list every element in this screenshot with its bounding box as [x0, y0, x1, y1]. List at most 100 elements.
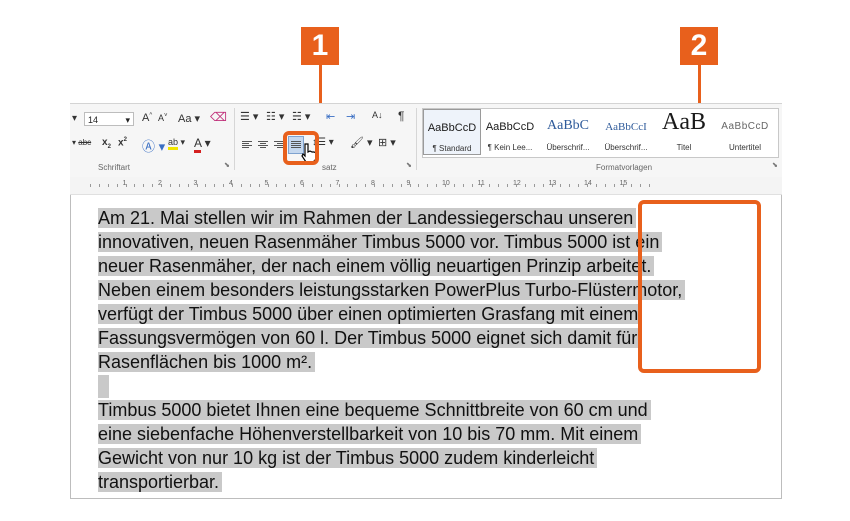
style-sample: AaBbCcD	[721, 121, 769, 132]
selected-text: Neben einem besonders leistungsstarken P…	[98, 280, 686, 300]
font-color-icon[interactable]: A ▾	[194, 136, 211, 153]
ruler-tick	[338, 184, 340, 187]
increase-indent-icon[interactable]: ⇥	[346, 110, 355, 123]
style-sample: AaBbCcD	[427, 122, 477, 134]
ruler-tick	[489, 184, 491, 187]
document-line	[98, 375, 109, 398]
ruler-tick	[418, 184, 420, 187]
callout-badge-2: 2	[680, 27, 718, 65]
font-name-dropdown-arrow[interactable]: ▾	[72, 113, 77, 124]
selected-text	[98, 375, 109, 398]
ruler-tick	[240, 184, 242, 187]
ruler-tick	[178, 184, 180, 187]
document-line: Rasenflächen bis 1000 m².	[98, 351, 316, 374]
superscript-button[interactable]: x2	[118, 137, 127, 148]
style-name: Untertitel	[728, 143, 761, 152]
ruler-tick	[365, 184, 367, 187]
ruler-tick	[498, 184, 500, 187]
ruler-tick	[134, 184, 136, 187]
subscript-button[interactable]: x2	[102, 137, 111, 150]
ruler-tick	[578, 184, 580, 187]
styles-dialog-launcher-icon[interactable]: ⬊	[772, 161, 778, 169]
align-center-icon[interactable]	[258, 141, 268, 150]
sort-button[interactable]: A↓	[372, 110, 383, 120]
pilcrow-button[interactable]: ¶	[398, 109, 404, 123]
ruler-tick	[640, 184, 642, 187]
ribbon-separator	[416, 108, 417, 170]
ruler-tick	[169, 184, 171, 187]
document-line: neuer Rasenmäher, der nach einem völlig …	[98, 255, 655, 278]
font-size-field[interactable]: 14 ▾	[84, 112, 134, 126]
selected-text: verfügt der Timbus 5000 über einen optim…	[98, 304, 642, 324]
style-name: Überschrif...	[604, 143, 648, 152]
style-standard[interactable]: AaBbCcD ¶ Standard	[423, 109, 481, 155]
style-subtitle[interactable]: AaBbCcD Untertitel	[713, 109, 777, 155]
ruler-tick	[258, 184, 260, 187]
text-effects-icon[interactable]: Ⓐ ▾	[142, 136, 165, 155]
ruler-tick	[311, 184, 313, 187]
align-left-icon[interactable]	[242, 141, 252, 150]
ruler-tick	[223, 184, 225, 187]
callout-badge-1: 1	[301, 27, 339, 65]
shrink-font-button[interactable]: A˅	[158, 113, 168, 123]
ruler-tick	[427, 184, 429, 187]
decrease-indent-icon[interactable]: ⇤	[326, 110, 335, 123]
ruler-tick	[622, 184, 624, 187]
font-size-value: 14	[88, 115, 99, 125]
strikethrough-button[interactable]: ▾ abc	[72, 138, 91, 147]
multilevel-list-icon[interactable]: ☵ ▾	[292, 110, 310, 123]
clear-formatting-icon[interactable]: ⌫	[210, 110, 227, 124]
document-line: Gewicht von nur 10 kg ist der Timbus 500…	[98, 447, 598, 470]
grow-font-button[interactable]: A^	[142, 112, 152, 124]
ruler-tick	[560, 184, 562, 187]
callout-box-1	[283, 131, 319, 165]
ruler-tick	[90, 184, 91, 187]
selected-text: Timbus 5000 bietet Ihnen eine bequeme Sc…	[98, 400, 651, 420]
style-no-spacing[interactable]: AaBbCcD ¶ Kein Lee...	[481, 109, 539, 155]
selected-text: Fassungsvermögen von 60 l. Der Timbus 50…	[98, 328, 641, 348]
selected-text: neuer Rasenmäher, der nach einem völlig …	[98, 256, 655, 276]
ribbon-separator	[234, 108, 235, 170]
styles-gallery: AaBbCcD ¶ Standard AaBbCcD ¶ Kein Lee...…	[422, 108, 779, 158]
style-sample: AaBbCcD	[485, 121, 535, 133]
ruler-tick	[276, 184, 278, 187]
ruler-tick	[524, 184, 526, 187]
document-line: Neben einem besonders leistungsstarken P…	[98, 279, 686, 302]
ruler-tick	[542, 184, 544, 187]
style-sample: AaB	[662, 109, 706, 135]
group-label-styles: Formatvorlagen	[596, 163, 653, 172]
style-heading-2[interactable]: AaBbCcI Überschrif...	[597, 109, 655, 155]
paragraph-dialog-launcher-icon[interactable]: ⬊	[406, 161, 412, 169]
document-line: Fassungsvermögen von 60 l. Der Timbus 50…	[98, 327, 641, 350]
ruler-tick	[285, 184, 287, 187]
ruler-tick	[107, 184, 109, 187]
highlight-color-icon[interactable]: ab ▾	[168, 137, 185, 150]
ruler-tick	[347, 184, 349, 187]
change-case-button[interactable]: Aa ▾	[178, 112, 200, 125]
document-line: transportierbar.	[98, 471, 223, 494]
ruler-tick	[329, 184, 331, 187]
ruler-tick	[382, 184, 384, 187]
ruler-tick	[98, 184, 100, 187]
ruler-tick	[125, 184, 127, 187]
ruler-tick	[631, 184, 633, 187]
selected-text: Rasenflächen bis 1000 m².	[98, 352, 316, 372]
shading-icon[interactable]: 🖌 ▾	[350, 136, 373, 149]
borders-icon[interactable]: ⊞ ▾	[378, 136, 396, 149]
bullets-icon[interactable]: ☰ ▾	[240, 110, 258, 123]
ruler-tick	[533, 184, 535, 187]
font-dialog-launcher-icon[interactable]: ⬊	[224, 161, 230, 169]
ruler: 123456789101112131415	[70, 177, 782, 195]
ruler-tick	[320, 184, 322, 187]
style-name: Titel	[676, 143, 692, 152]
ruler-tick	[516, 184, 517, 187]
style-name: ¶ Kein Lee...	[487, 143, 533, 152]
ruler-tick	[374, 184, 375, 187]
ruler-tick	[205, 184, 207, 187]
style-heading-1[interactable]: AaBbC Überschrif...	[539, 109, 597, 155]
numbering-icon[interactable]: ☷ ▾	[266, 110, 284, 123]
ruler-tick	[436, 184, 438, 187]
style-title[interactable]: AaB Titel	[655, 109, 713, 155]
ruler-tick	[587, 184, 588, 187]
ruler-tick	[595, 184, 597, 187]
